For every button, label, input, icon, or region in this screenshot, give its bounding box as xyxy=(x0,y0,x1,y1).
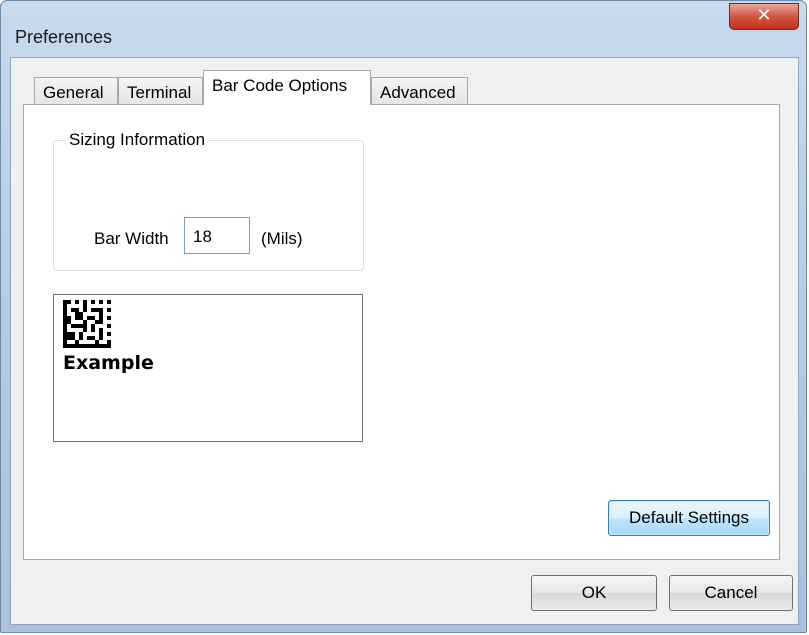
close-icon: ✕ xyxy=(756,5,772,26)
title-bar[interactable]: Preferences ✕ xyxy=(1,1,808,57)
datamatrix-barcode-icon xyxy=(63,300,111,348)
mils-unit-label: (Mils) xyxy=(261,229,303,248)
tab-advanced-label: Advanced xyxy=(380,83,456,102)
tab-general-label: General xyxy=(43,83,104,102)
tab-bar-code-options-label: Bar Code Options xyxy=(212,76,348,95)
cancel-button[interactable]: Cancel xyxy=(669,575,793,611)
close-button[interactable]: ✕ xyxy=(729,3,799,30)
default-settings-button[interactable]: Default Settings xyxy=(608,500,770,536)
tab-terminal-label: Terminal xyxy=(127,83,192,102)
barcode-example-text: Example xyxy=(63,352,154,374)
sizing-information-label: Sizing Information xyxy=(66,130,209,150)
window-title: Preferences xyxy=(15,27,113,47)
bar-width-input[interactable] xyxy=(184,217,250,254)
ok-button[interactable]: OK xyxy=(531,575,657,611)
bar-width-label: Bar Width xyxy=(94,229,169,248)
tab-bar-code-options[interactable]: Bar Code Options xyxy=(203,70,371,105)
